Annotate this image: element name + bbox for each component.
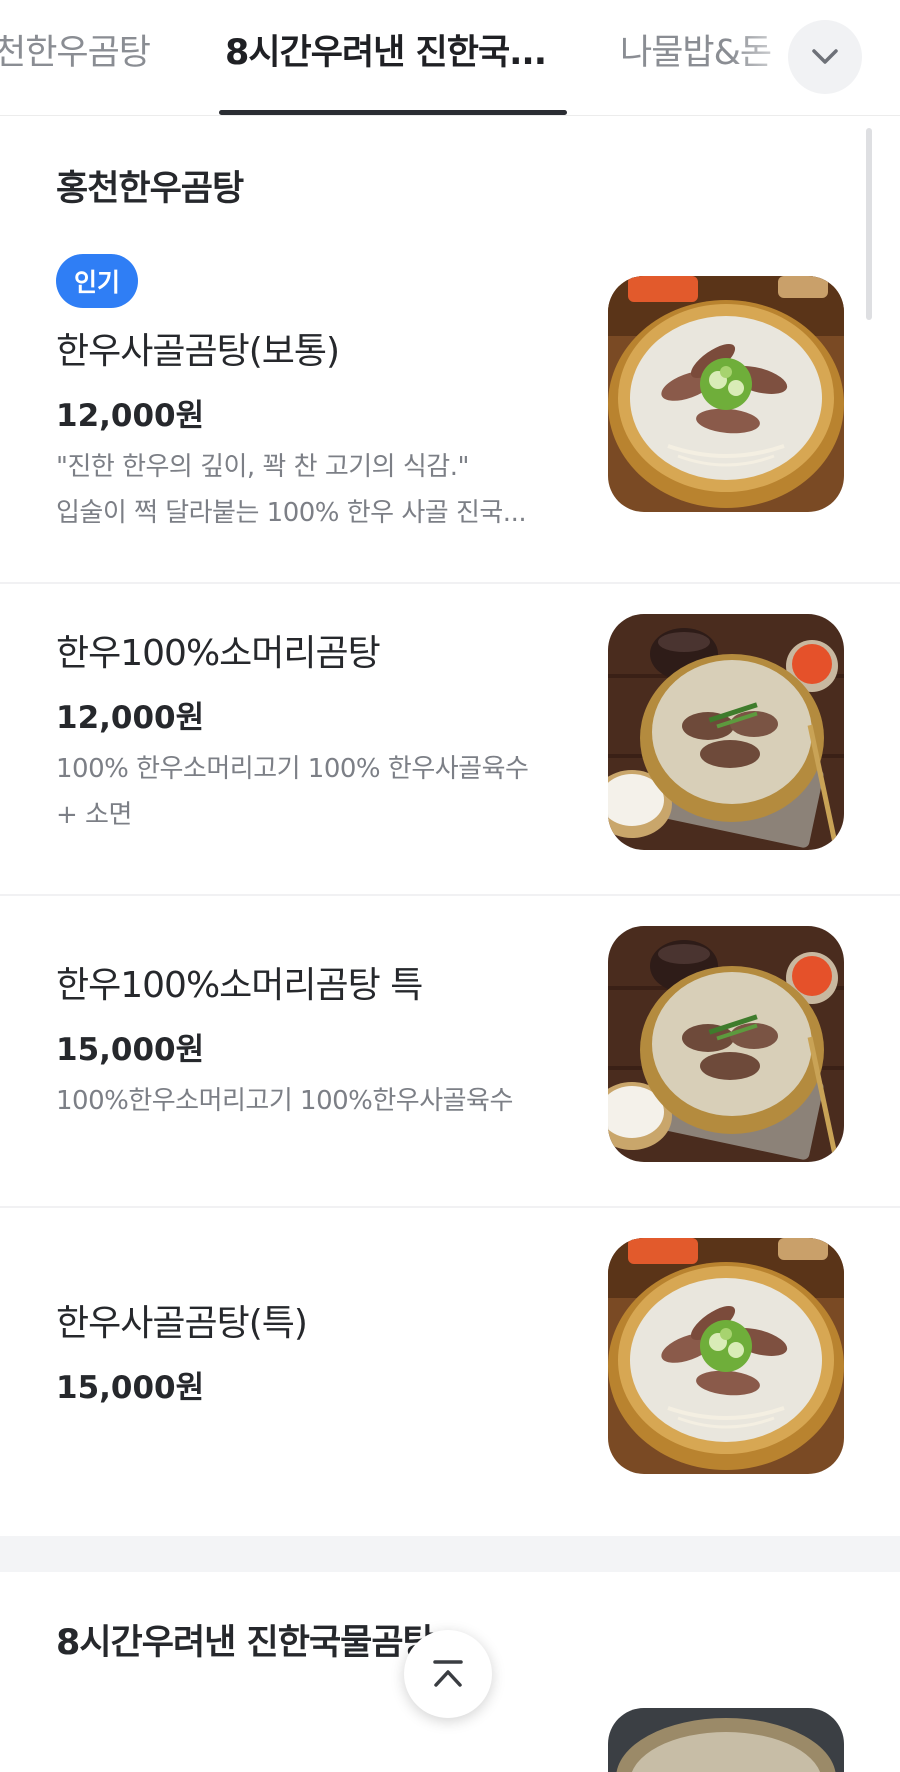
description-line: "진한 한우의 깊이, 꽉 찬 고기의 식감." bbox=[56, 452, 469, 482]
description-line: 입술이 쩍 달라붙는 100% 한우 사골 진국... bbox=[56, 498, 527, 528]
menu-item[interactable]: 한우100%소머리곰탕 12,000원 100% 한우소머리고기 100% 한우… bbox=[0, 584, 900, 896]
popular-badge: 인기 bbox=[56, 254, 138, 308]
tab-8hour-broth-gomtang[interactable]: 8시간우려낸 진한국... bbox=[225, 30, 547, 76]
menu-item-description: 100% 한우소머리고기 100% 한우사골육수 + 소면 bbox=[56, 746, 576, 838]
menu-item-price: 12,000원 bbox=[56, 398, 205, 434]
description-line: + 소면 bbox=[56, 800, 132, 830]
menu-item-name: 한우100%소머리곰탕 bbox=[56, 633, 381, 674]
menu-item-name: 한우100%소머리곰탕 특 bbox=[56, 965, 423, 1006]
menu-item[interactable]: 인기 한우사골곰탕(보통) 12,000원 "진한 한우의 깊이, 꽉 찬 고기… bbox=[0, 236, 900, 584]
menu-item-image[interactable] bbox=[608, 1708, 844, 1772]
menu-item-image[interactable] bbox=[608, 926, 844, 1162]
menu-item-name: 한우사골곰탕(특) bbox=[56, 1303, 308, 1344]
menu-item-image[interactable] bbox=[608, 276, 844, 512]
menu-item[interactable]: 한우100%소머리곰탕 특 15,000원 100%한우소머리고기 100%한우… bbox=[0, 896, 900, 1208]
menu-item-description: 100%한우소머리고기 100%한우사골육수 bbox=[56, 1078, 576, 1124]
description-line: 100%한우소머리고기 100%한우사골육수 bbox=[56, 1086, 513, 1116]
tab-hongcheon-hanwoo-gomtang[interactable]: 천한우곰탕 bbox=[0, 30, 151, 76]
chevron-up-icon bbox=[433, 1660, 463, 1687]
menu-item-image[interactable] bbox=[608, 614, 844, 850]
scroll-to-top-button[interactable] bbox=[404, 1630, 492, 1718]
menu-item[interactable]: 한우사골곰탕(특) 15,000원 bbox=[0, 1208, 900, 1536]
section-title: 홍천한우곰탕 bbox=[56, 169, 244, 209]
category-tab-bar: 천한우곰탕 8시간우려낸 진한국... 나물밥&돈 bbox=[0, 0, 900, 116]
active-tab-indicator bbox=[219, 110, 567, 115]
description-line: 100% 한우소머리고기 100% 한우사골육수 bbox=[56, 754, 529, 784]
menu-item-price: 15,000원 bbox=[56, 1370, 205, 1406]
chevron-down-icon bbox=[812, 49, 838, 64]
category-expand-button[interactable] bbox=[788, 20, 862, 94]
menu-item-description: "진한 한우의 깊이, 꽉 찬 고기의 식감." 입술이 쩍 달라붙는 100%… bbox=[56, 444, 576, 536]
section-title: 8시간우려낸 진한국물곰탕 bbox=[56, 1623, 435, 1663]
menu-item-price: 15,000원 bbox=[56, 1032, 205, 1068]
menu-item-name: 한우사골곰탕(보통) bbox=[56, 331, 340, 372]
section-separator bbox=[0, 1536, 900, 1572]
menu-item-price: 12,000원 bbox=[56, 700, 205, 736]
menu-item-image[interactable] bbox=[608, 1238, 844, 1474]
